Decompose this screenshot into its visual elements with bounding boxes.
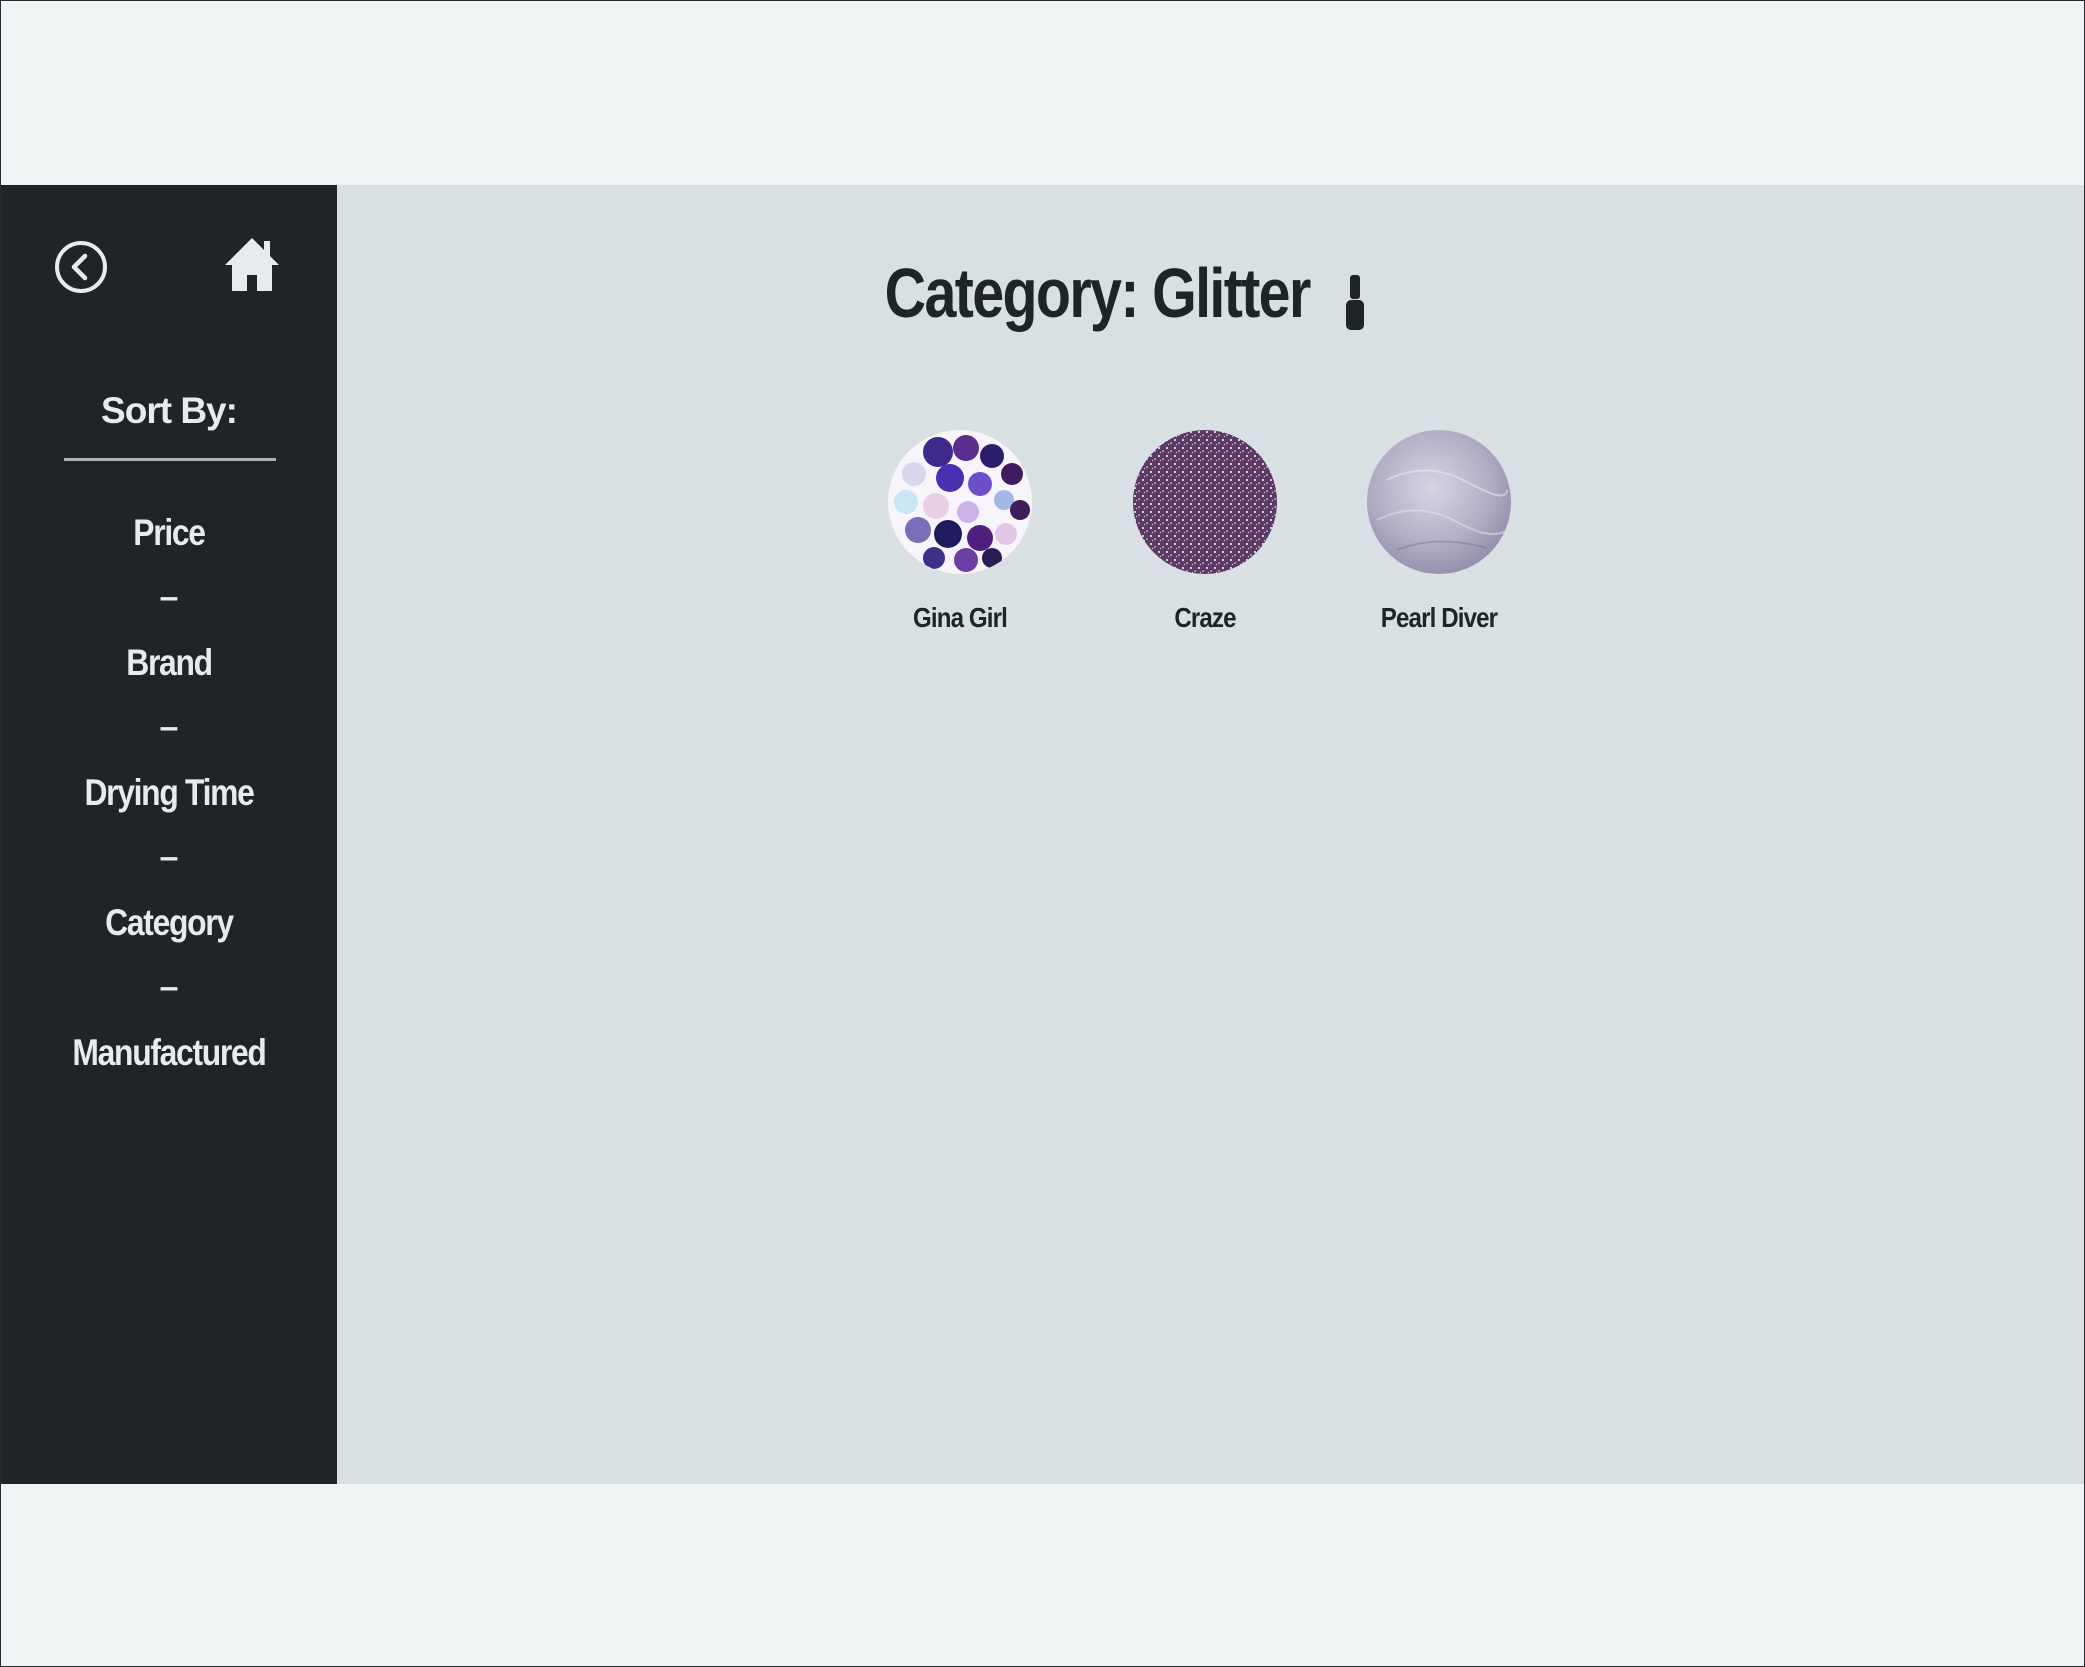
page-title-row: Category: Glitter [337,253,1867,333]
product-name: Gina Girl [913,602,1008,633]
sort-separator: – [159,838,179,876]
sort-option-category[interactable]: Category [25,890,314,955]
sort-option-drying-time[interactable]: Drying Time [25,760,314,825]
home-icon[interactable] [223,235,281,293]
main-content: Category: Glitter Gina Girl Craze Pearl … [337,185,2084,1484]
sort-option-brand[interactable]: Brand [25,630,314,695]
product-name: Pearl Diver [1380,602,1498,633]
sort-option-manufactured[interactable]: Manufactured [25,1020,314,1085]
back-icon[interactable] [53,239,109,295]
product-name: Craze [1174,602,1236,633]
product-card-pearl-diver[interactable]: Pearl Diver [1339,430,1539,634]
sort-option-price[interactable]: Price [25,500,314,565]
sort-options-list: Price – Brand – Drying Time – Category –… [1,500,337,1085]
app-frame: Sort By: Price – Brand – Drying Time – C… [1,185,2084,1484]
swatch-pearl-diver [1367,430,1511,574]
swatch-gina-girl [888,430,1032,574]
sort-separator: – [159,578,179,616]
product-card-craze[interactable]: Craze [1105,430,1305,634]
page-title: Category: Glitter [884,254,1312,332]
nav-icons [1,235,337,297]
sort-by-title: Sort By: [101,390,238,431]
sidebar: Sort By: Price – Brand – Drying Time – C… [1,185,337,1484]
product-card-gina-girl[interactable]: Gina Girl [860,430,1060,634]
swatch-craze [1133,430,1277,574]
nail-polish-icon [1344,269,1366,330]
sort-separator: – [159,968,179,1006]
sort-separator: – [159,708,179,746]
sort-divider [64,458,276,461]
